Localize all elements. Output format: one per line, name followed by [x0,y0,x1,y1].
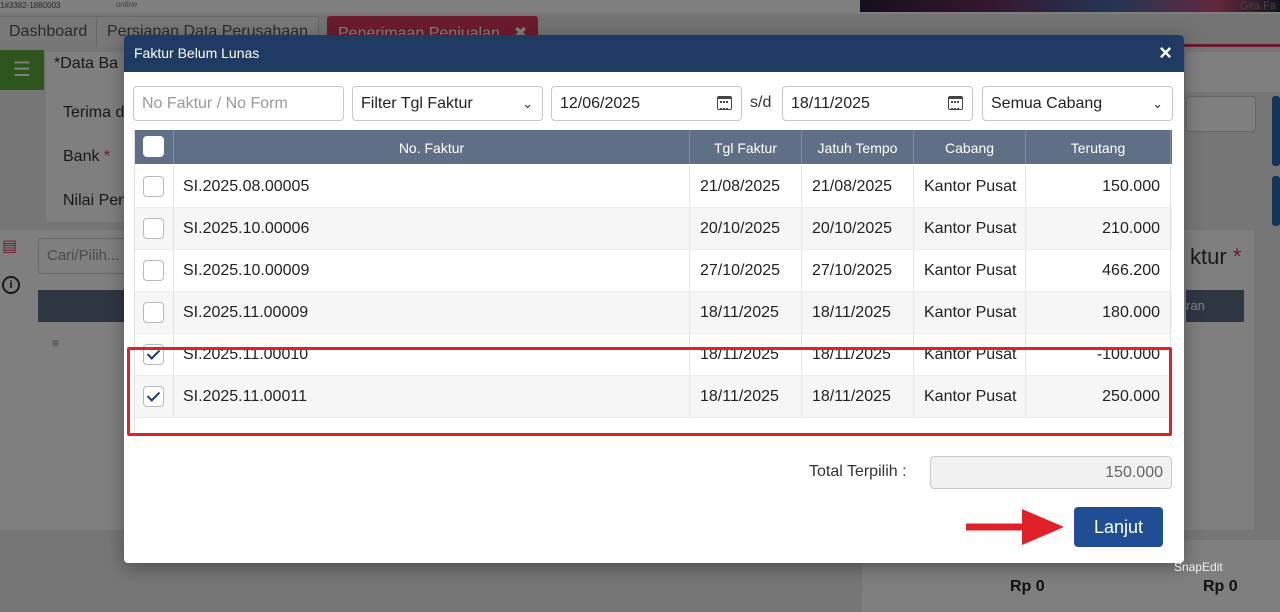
cell-no-faktur: SI.2025.10.00006 [174,208,690,249]
chevron-down-icon: ⌄ [522,96,533,111]
row-checkbox[interactable] [143,218,164,239]
cell-jatuh-tempo: 21/08/2025 [802,166,914,207]
cell-tgl-faktur: 18/11/2025 [690,376,802,417]
cell-jatuh-tempo: 20/10/2025 [802,208,914,249]
table-header: No. Faktur Tgl Faktur Jatuh Tempo Cabang… [135,130,1172,164]
select-all-checkbox[interactable] [143,136,164,157]
row-checkbox-cell [135,376,174,417]
cell-jatuh-tempo: 18/11/2025 [802,334,914,375]
date-from-field[interactable]: 12/06/2025 [551,86,742,121]
table-row[interactable]: SI.2025.10.00009 27/10/2025 27/10/2025 Kant… [135,250,1172,292]
table-row[interactable]: SI.2025.11.00009 18/11/2025 18/11/2025 Kant… [135,292,1172,334]
cell-no-faktur: SI.2025.11.00010 [174,334,690,375]
table-row[interactable]: SI.2025.08.00005 21/08/2025 21/08/2025 Kant… [135,166,1172,208]
header-no-faktur[interactable]: No. Faktur [174,130,690,164]
faktur-table: No. Faktur Tgl Faktur Jatuh Tempo Cabang… [134,130,1172,436]
close-icon[interactable]: × [1159,40,1172,66]
cell-terutang: 180.000 [1026,292,1171,333]
table-row[interactable]: SI.2025.11.00011 18/11/2025 18/11/2025 Kant… [135,376,1172,418]
cell-terutang: 210.000 [1026,208,1171,249]
faktur-belum-lunas-modal: Faktur Belum Lunas × No Faktur / No Form… [124,35,1184,563]
cell-tgl-faktur: 27/10/2025 [690,250,802,291]
row-checkbox-cell [135,208,174,249]
cell-tgl-faktur: 18/11/2025 [690,334,802,375]
table-row[interactable]: SI.2025.11.00010 18/11/2025 18/11/2025 Kant… [135,334,1172,376]
chevron-down-icon: ⌄ [1152,96,1163,111]
cell-cabang: Kantor Pusat [914,250,1026,291]
branch-value: Semua Cabang [991,95,1103,112]
total-terpilih-value: 150.000 [930,456,1172,489]
lanjut-button[interactable]: Lanjut [1074,507,1163,547]
cell-terutang: 250.000 [1026,376,1171,417]
cell-no-faktur: SI.2025.10.00009 [174,250,690,291]
branch-select[interactable]: Semua Cabang ⌄ [982,86,1173,121]
pointer-arrow-icon [966,509,1064,545]
cell-tgl-faktur: 18/11/2025 [690,292,802,333]
cell-terutang: -100.000 [1026,334,1171,375]
cell-cabang: Kantor Pusat [914,208,1026,249]
cell-tgl-faktur: 21/08/2025 [690,166,802,207]
date-to-value: 18/11/2025 [791,95,870,112]
header-select-all [135,130,174,164]
cell-terutang: 466.200 [1026,250,1171,291]
date-filter-value: Filter Tgl Faktur [361,95,473,112]
calendar-icon[interactable] [717,96,732,110]
cell-cabang: Kantor Pusat [914,166,1026,207]
row-checkbox[interactable] [143,386,164,407]
row-checkbox[interactable] [143,344,164,365]
modal-header: Faktur Belum Lunas × [124,35,1184,72]
date-separator: s/d [750,94,772,111]
table-row[interactable]: SI.2025.10.00006 20/10/2025 20/10/2025 Kant… [135,208,1172,250]
cell-no-faktur: SI.2025.08.00005 [174,166,690,207]
cell-cabang: Kantor Pusat [914,292,1026,333]
header-tgl-faktur[interactable]: Tgl Faktur [690,130,802,164]
row-checkbox-cell [135,292,174,333]
row-checkbox[interactable] [143,302,164,323]
cell-cabang: Kantor Pusat [914,334,1026,375]
cell-cabang: Kantor Pusat [914,376,1026,417]
cell-jatuh-tempo: 27/10/2025 [802,250,914,291]
calendar-icon[interactable] [948,96,963,110]
row-checkbox-cell [135,250,174,291]
cell-no-faktur: SI.2025.11.00009 [174,292,690,333]
header-jatuh-tempo[interactable]: Jatuh Tempo [802,130,914,164]
date-to-field[interactable]: 18/11/2025 [782,86,973,121]
row-checkbox[interactable] [143,176,164,197]
cell-tgl-faktur: 20/10/2025 [690,208,802,249]
header-terutang[interactable]: Terutang [1026,130,1171,164]
cell-terutang: 150.000 [1026,166,1171,207]
row-checkbox[interactable] [143,260,164,281]
snapedit-watermark: SnapEdit [1174,560,1223,574]
modal-title: Faktur Belum Lunas [134,45,260,61]
cell-jatuh-tempo: 18/11/2025 [802,292,914,333]
row-checkbox-cell [135,334,174,375]
search-faktur-input[interactable]: No Faktur / No Form [133,86,344,121]
date-filter-select[interactable]: Filter Tgl Faktur ⌄ [352,86,543,121]
header-cabang[interactable]: Cabang [914,130,1026,164]
date-from-value: 12/06/2025 [560,95,641,112]
cell-no-faktur: SI.2025.11.00011 [174,376,690,417]
total-terpilih-label: Total Terpilih : [809,463,907,480]
row-checkbox-cell [135,166,174,207]
cell-jatuh-tempo: 18/11/2025 [802,376,914,417]
